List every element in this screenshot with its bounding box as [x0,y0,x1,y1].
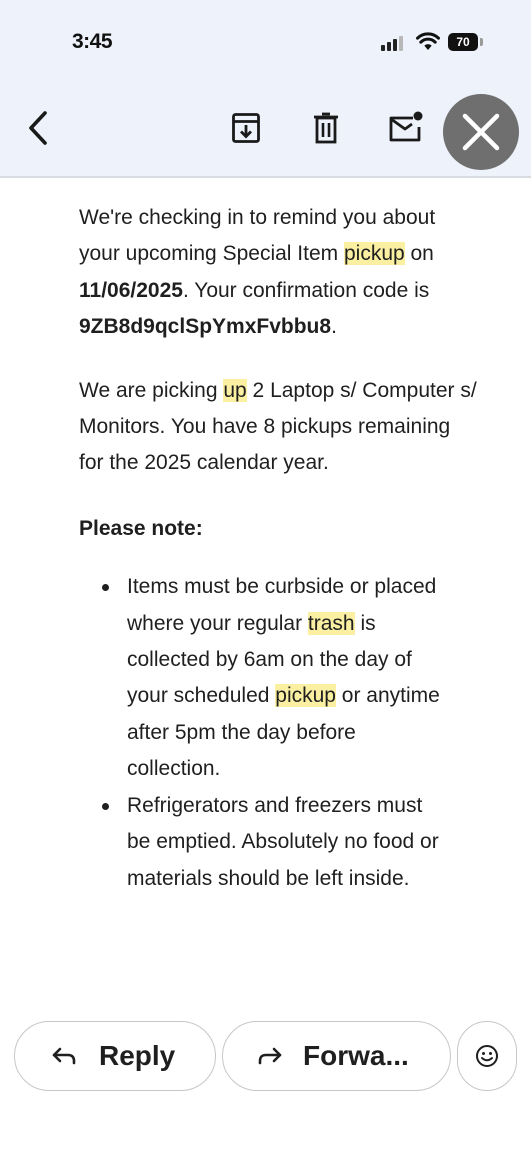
battery-tip [480,38,483,46]
emoji-reaction-button[interactable] [457,1021,517,1091]
email-body: We're checking in to remind you about yo… [79,200,479,897]
back-button[interactable] [18,106,58,150]
text-segment: Items must be curbside or placed where y… [127,575,437,635]
text-segment: We are picking [79,378,224,402]
close-icon [462,113,500,151]
archive-button[interactable] [226,108,266,148]
note-heading: Please note: [79,516,203,540]
text-segment: . [331,315,337,339]
battery-icon: 70 [448,33,478,51]
reply-label: Reply [99,1040,176,1071]
status-time: 3:45 [72,30,113,53]
status-bar: 3:45 70 [0,0,531,90]
confirmation-code: 9ZB8d9qclSpYmxFvbbu8 [79,315,332,339]
notes-list: Items must be curbside or placed where y… [79,569,479,897]
wifi-icon [416,31,440,56]
reminder-paragraph: We're checking in to remind you about yo… [79,200,479,346]
forward-arrow-icon [257,1046,283,1066]
close-button[interactable] [443,94,519,170]
battery-level: 70 [456,35,470,49]
list-item: Refrigerators and freezers must be empti… [102,788,447,897]
mark-unread-icon [389,111,423,142]
reply-arrow-icon [51,1046,77,1066]
forward-button[interactable]: Forwa... [222,1021,451,1091]
highlighted-term: trash [307,611,355,635]
archive-icon [232,113,260,143]
arrow-back-icon [29,111,47,145]
text-segment: . Your confirmation code is [182,278,430,302]
action-bar: Reply Forwa... [0,1012,531,1152]
pickup-details-paragraph: We are picking up 2 Laptop s/ Computer s… [79,373,479,482]
trash-icon [314,112,338,144]
emoji-icon [476,1045,498,1067]
text-segment: on [404,242,434,266]
pickup-date: 11/06/2025 [79,278,183,302]
highlighted-term: pickup [275,684,336,708]
forward-label: Forwa... [303,1040,409,1071]
signal-icon [381,36,403,51]
highlighted-term: pickup [343,242,405,266]
mark-unread-button[interactable] [384,106,428,148]
delete-button[interactable] [306,108,346,148]
list-item: Items must be curbside or placed where y… [102,569,447,787]
highlighted-term: up [223,378,247,402]
reply-button[interactable]: Reply [14,1021,216,1091]
